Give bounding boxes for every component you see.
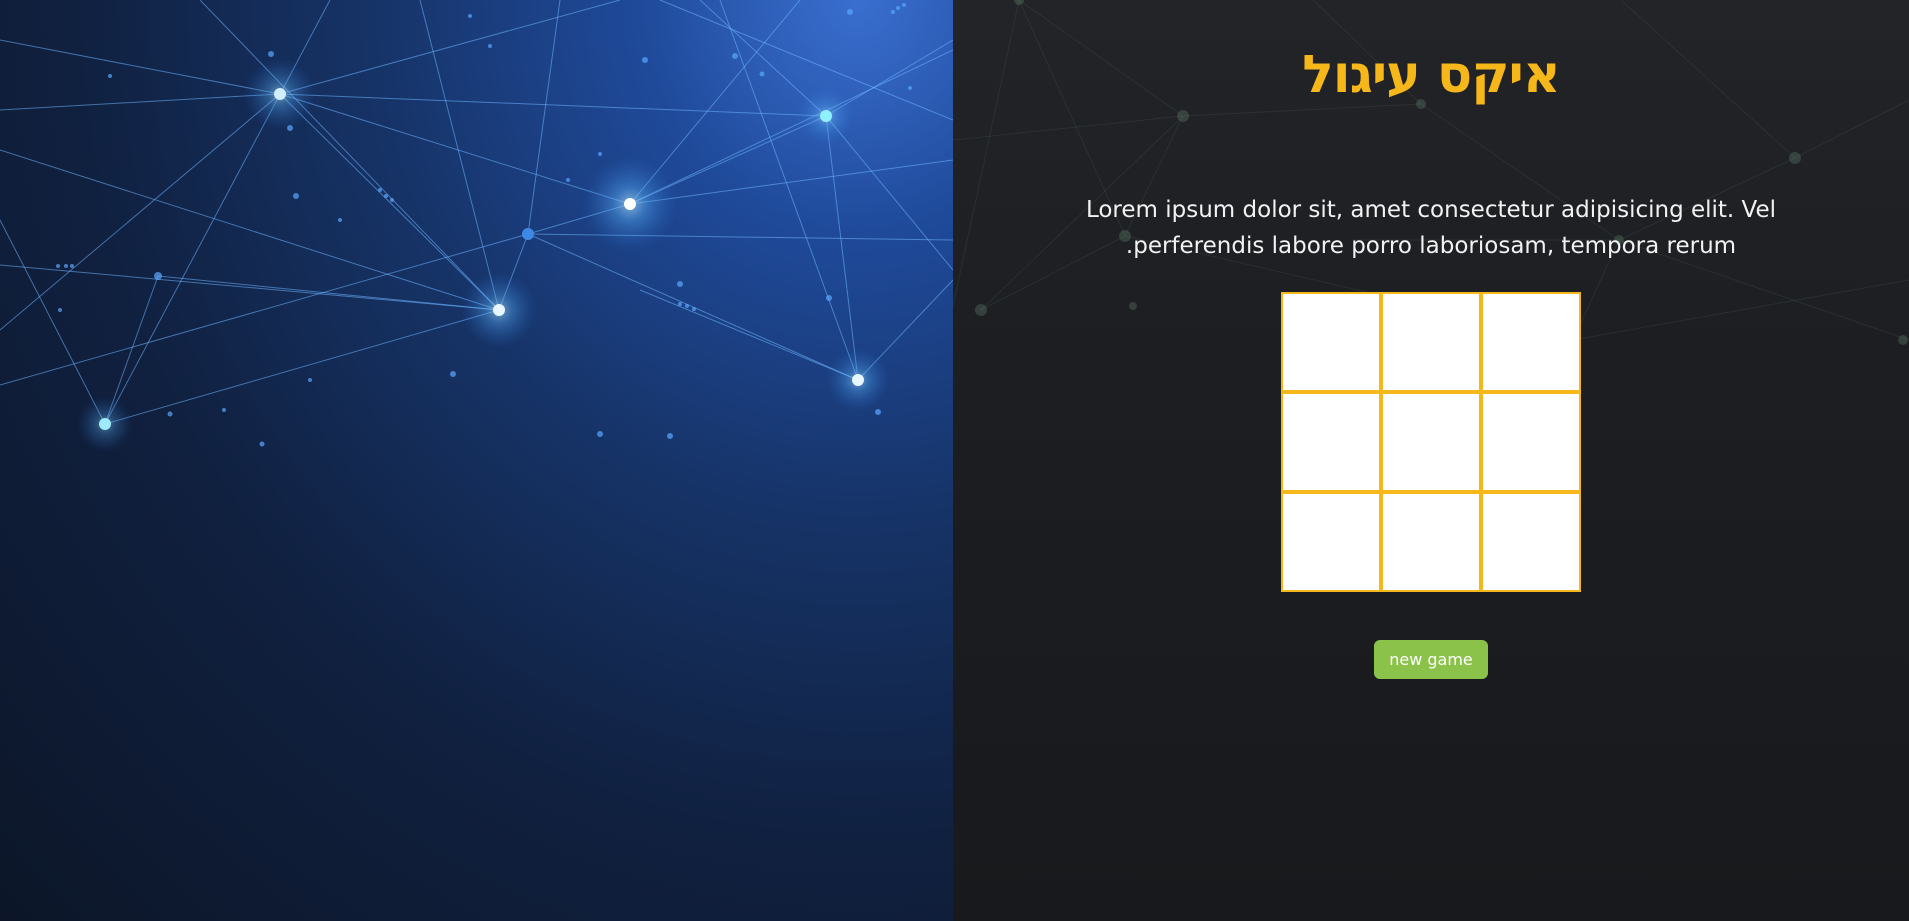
board-cell-8[interactable] bbox=[1383, 494, 1479, 590]
board-cell-3[interactable] bbox=[1483, 294, 1579, 390]
page: איקס עיגול Lorem ipsum dolor sit, amet c… bbox=[0, 0, 1909, 921]
tic-tac-toe-board bbox=[1281, 292, 1581, 592]
intro-text: Lorem ipsum dolor sit, amet consectetur … bbox=[1085, 197, 1777, 259]
board-cell-6[interactable] bbox=[1483, 394, 1579, 490]
board-cell-5[interactable] bbox=[1383, 394, 1479, 490]
network-graphic bbox=[0, 0, 953, 452]
board-cell-7[interactable] bbox=[1283, 494, 1379, 590]
board-cell-2[interactable] bbox=[1383, 294, 1479, 390]
board-cell-9[interactable] bbox=[1483, 494, 1579, 590]
game-panel: איקס עיגול Lorem ipsum dolor sit, amet c… bbox=[953, 0, 1909, 921]
page-title: איקס עיגול bbox=[1302, 45, 1560, 105]
network-background-image bbox=[0, 0, 953, 921]
board-cell-4[interactable] bbox=[1283, 394, 1379, 490]
new-game-button[interactable]: new game bbox=[1374, 640, 1488, 679]
game-content: איקס עיגול Lorem ipsum dolor sit, amet c… bbox=[953, 0, 1909, 679]
board-cell-1[interactable] bbox=[1283, 294, 1379, 390]
